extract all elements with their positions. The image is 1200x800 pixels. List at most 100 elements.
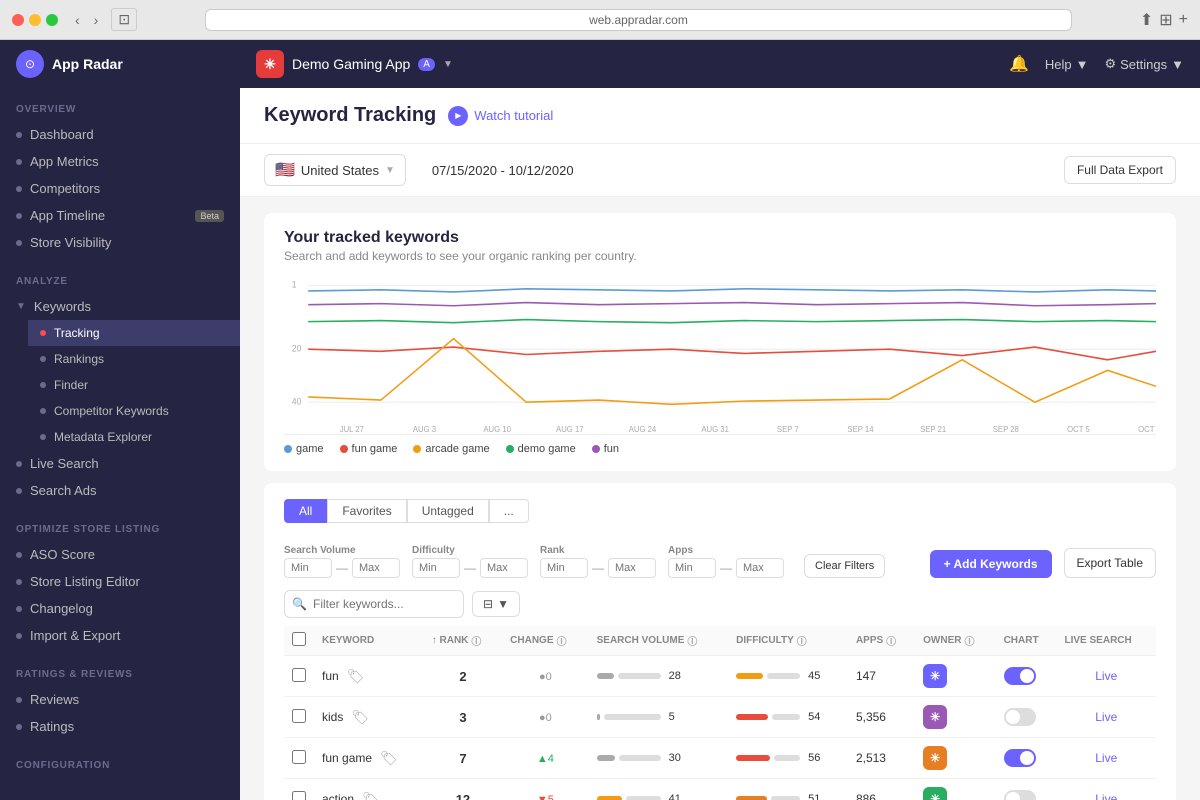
tab-view-button[interactable]: ⊡ — [111, 8, 137, 31]
chart-toggle[interactable] — [1004, 667, 1036, 685]
search-volume-max[interactable] — [352, 558, 400, 578]
sidebar-item-store-visibility[interactable]: Store Visibility — [0, 229, 240, 256]
config-section: CONFIGURATION — [0, 744, 240, 781]
sidebar-item-ratings[interactable]: Ratings — [0, 713, 240, 740]
difficulty-min[interactable] — [412, 558, 460, 578]
sidebar-item-app-metrics[interactable]: App Metrics — [0, 148, 240, 175]
sidebar-item-metadata-explorer[interactable]: Metadata Explorer — [28, 424, 240, 450]
sidebar-item-tracking[interactable]: Tracking — [28, 320, 240, 346]
select-all-checkbox[interactable] — [292, 632, 306, 646]
sidebar-item-search-ads[interactable]: Search Ads — [0, 477, 240, 504]
watch-tutorial-button[interactable]: ▶ Watch tutorial — [448, 106, 553, 126]
main-header: Keyword Tracking ▶ Watch tutorial — [240, 88, 1200, 144]
sidebar-item-live-search[interactable]: Live Search — [0, 450, 240, 477]
difficulty-max[interactable] — [480, 558, 528, 578]
sidebar-item-import-export[interactable]: Import & Export — [0, 622, 240, 649]
chart-toggle[interactable] — [1004, 749, 1036, 767]
apps-info-icon[interactable]: ⓘ — [886, 633, 896, 648]
search-volume-min[interactable] — [284, 558, 332, 578]
close-dot[interactable] — [12, 14, 24, 26]
row-checkbox[interactable] — [292, 709, 306, 723]
sidebar-item-reviews[interactable]: Reviews — [0, 686, 240, 713]
keyword-name: fun game — [322, 751, 372, 765]
sidebar-item-store-listing-editor[interactable]: Store Listing Editor — [0, 568, 240, 595]
live-search-link[interactable]: Live — [1095, 792, 1117, 800]
sv-value: 28 — [669, 670, 681, 682]
sidebar-item-changelog[interactable]: Changelog — [0, 595, 240, 622]
rank-max[interactable] — [608, 558, 656, 578]
search-ads-label: Search Ads — [30, 483, 97, 498]
sidebar-item-app-timeline[interactable]: App Timeline Beta — [0, 202, 240, 229]
fullscreen-dot[interactable] — [46, 14, 58, 26]
app-name: Demo Gaming App — [292, 56, 410, 72]
export-table-button[interactable]: Export Table — [1064, 548, 1157, 578]
tab-all[interactable]: All — [284, 499, 327, 523]
chart-toggle[interactable] — [1004, 708, 1036, 726]
tab-favorites[interactable]: Favorites — [327, 499, 406, 523]
sidebar-item-keywords[interactable]: ▼ Keywords — [0, 293, 240, 320]
owner-badge: ✳ — [923, 787, 947, 800]
rank-min[interactable] — [540, 558, 588, 578]
clear-filters-button[interactable]: Clear Filters — [804, 554, 885, 578]
country-name: United States — [301, 163, 379, 178]
add-keywords-button[interactable]: + Add Keywords — [930, 550, 1052, 578]
th-live-search: LIVE SEARCH — [1057, 626, 1157, 656]
settings-button[interactable]: ⚙ Settings ▼ — [1104, 56, 1184, 72]
tab-untagged[interactable]: Untagged — [407, 499, 489, 523]
filter-toggle-button[interactable]: ⊟ ▼ — [472, 591, 520, 617]
th-rank: ↑ RANK ⓘ — [424, 626, 502, 656]
competitors-label: Competitors — [30, 181, 100, 196]
live-search-link[interactable]: Live — [1095, 751, 1117, 765]
chart-toggle[interactable] — [1004, 790, 1036, 800]
country-selector[interactable]: 🇺🇸 United States ▼ — [264, 154, 406, 186]
sv-info-icon[interactable]: ⓘ — [687, 633, 697, 648]
logo-text: App Radar — [52, 56, 123, 72]
main-content: Keyword Tracking ▶ Watch tutorial 🇺🇸 Uni… — [240, 88, 1200, 800]
help-button[interactable]: Help ▼ — [1045, 57, 1089, 72]
dashboard-label: Dashboard — [30, 127, 94, 142]
sidebar-item-competitor-keywords[interactable]: Competitor Keywords — [28, 398, 240, 424]
svg-text:AUG 3: AUG 3 — [413, 425, 437, 434]
back-button[interactable]: ‹ — [70, 10, 85, 30]
row-checkbox[interactable] — [292, 750, 306, 764]
forward-button[interactable]: › — [89, 10, 104, 30]
sidebar-item-competitors[interactable]: Competitors — [0, 175, 240, 202]
live-search-link[interactable]: Live — [1095, 669, 1117, 683]
share-icon[interactable]: ⬆ — [1140, 10, 1153, 30]
changelog-label: Changelog — [30, 601, 93, 616]
add-tab-icon[interactable]: + — [1179, 10, 1188, 30]
apps-min[interactable] — [668, 558, 716, 578]
store-listing-editor-dot — [16, 579, 22, 585]
keyword-search-input[interactable] — [284, 590, 464, 618]
address-bar[interactable]: web.appradar.com — [205, 9, 1072, 31]
search-volume-label: Search Volume — [284, 545, 400, 556]
owner-info-icon[interactable]: ⓘ — [964, 633, 974, 648]
sidebar-item-aso-score[interactable]: ASO Score — [0, 541, 240, 568]
row-checkbox[interactable] — [292, 668, 306, 682]
bookmark-icon[interactable]: ⊞ — [1159, 10, 1172, 30]
svg-text:SEP 14: SEP 14 — [847, 425, 874, 434]
app-selector[interactable]: ✳ Demo Gaming App A ▼ — [256, 50, 453, 78]
diff-bar-wrap: 56 — [736, 752, 840, 764]
apps-max[interactable] — [736, 558, 784, 578]
diff-bar-remaining — [774, 755, 800, 761]
notification-icon[interactable]: 🔔 — [1009, 54, 1029, 74]
live-search-link[interactable]: Live — [1095, 710, 1117, 724]
app-icon-badge: ✳ — [256, 50, 284, 78]
sidebar-item-dashboard[interactable]: Dashboard — [0, 121, 240, 148]
diff-bar — [736, 714, 768, 720]
sidebar-item-rankings[interactable]: Rankings — [28, 346, 240, 372]
row-checkbox[interactable] — [292, 791, 306, 800]
diff-bar — [736, 796, 767, 800]
sv-bar-wrap: 5 — [597, 711, 721, 723]
sidebar-item-finder[interactable]: Finder — [28, 372, 240, 398]
table-row: fun 🏷 2 ●0 28 45 147 ✳ Live — [284, 656, 1156, 697]
minimize-dot[interactable] — [29, 14, 41, 26]
live-search-dot — [16, 461, 22, 467]
full-data-export-button[interactable]: Full Data Export — [1064, 156, 1176, 184]
rank-info-icon[interactable]: ⓘ — [471, 633, 481, 648]
change-value: ▲4 — [537, 753, 554, 765]
change-info-icon[interactable]: ⓘ — [557, 633, 567, 648]
tab-more[interactable]: ... — [489, 499, 529, 523]
diff-info-icon[interactable]: ⓘ — [797, 633, 807, 648]
